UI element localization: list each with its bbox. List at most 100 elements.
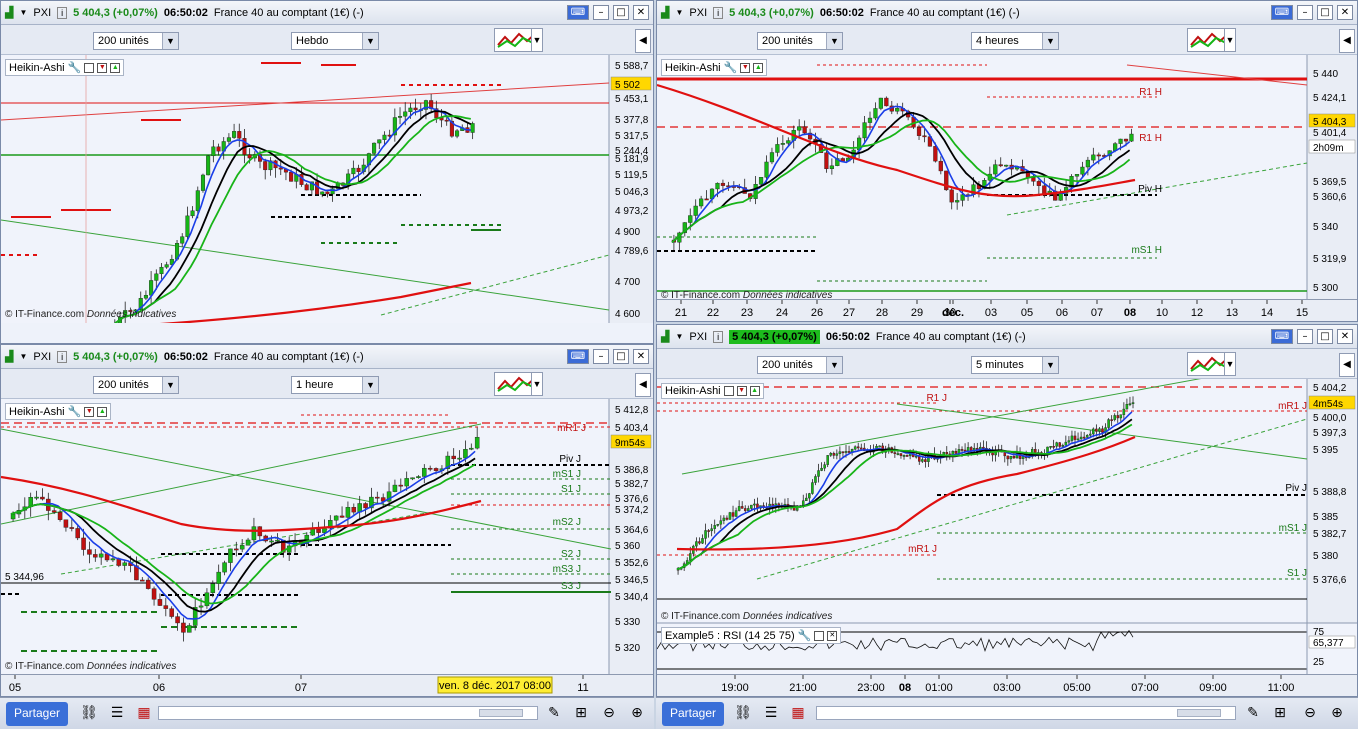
zoom-out-icon[interactable]: ⊖: [1301, 704, 1319, 722]
chart-area[interactable]: 5 412,8 5 403,4 9m54s 5 386,8 5 382,7 5 376,6…: [1, 399, 653, 676]
keyboard-icon[interactable]: ⌨: [1271, 329, 1293, 344]
chevron-down-icon[interactable]: ▼: [19, 8, 27, 17]
units-select[interactable]: 200 unités ▼: [93, 32, 179, 50]
side-panel-toggle[interactable]: ◀: [1339, 29, 1355, 53]
price-label: 5 376,6: [615, 494, 649, 505]
info-icon[interactable]: i: [57, 6, 68, 19]
close-icon[interactable]: ✕: [633, 349, 649, 364]
candle-body: [938, 160, 943, 172]
maximize-icon[interactable]: □: [1317, 329, 1333, 344]
side-panel-toggle[interactable]: ◀: [635, 29, 651, 53]
close-icon[interactable]: ✕: [1337, 329, 1353, 344]
keyboard-icon[interactable]: ⌨: [567, 349, 589, 364]
grid-icon[interactable]: ▦: [135, 704, 153, 722]
move-up-icon[interactable]: ▲: [110, 62, 121, 73]
grid-icon[interactable]: ▦: [789, 704, 807, 722]
info-icon[interactable]: i: [713, 330, 724, 343]
zoom-in-icon[interactable]: ⊕: [1328, 704, 1346, 722]
chart-area[interactable]: 5 404,2 4m54s 5 400,0 5 397,3 5 395 5 388,8 5 …: [657, 379, 1357, 676]
zoom-in-icon[interactable]: ⊕: [628, 704, 646, 722]
zoom-area-icon[interactable]: ⊞: [1271, 704, 1289, 722]
share-button[interactable]: Partager: [6, 702, 69, 726]
scroll-thumb[interactable]: [1177, 709, 1221, 717]
x-tick-label: déc.: [942, 307, 964, 319]
candle-body: [1074, 174, 1080, 177]
units-select[interactable]: 200 unités ▼: [757, 32, 843, 50]
chevron-down-icon[interactable]: ▼: [675, 332, 683, 341]
move-up-icon[interactable]: ▲: [749, 386, 760, 396]
chevron-down-icon[interactable]: ▼: [675, 8, 683, 17]
candle-body: [470, 123, 475, 133]
candle-body: [764, 161, 769, 178]
candle-body: [823, 464, 826, 469]
maximize-icon[interactable]: □: [1317, 5, 1333, 20]
list-icon[interactable]: ☰: [762, 704, 780, 722]
draw-icon[interactable]: ✎: [1244, 704, 1262, 722]
candle-body: [1031, 177, 1036, 182]
candle-body: [1091, 154, 1096, 161]
candle-body: [408, 107, 413, 113]
symbol: PXI: [689, 6, 708, 19]
horizontal-scrollbar[interactable]: [816, 706, 1236, 720]
candle-body: [226, 137, 231, 142]
candle-body: [737, 506, 741, 511]
maximize-icon[interactable]: □: [613, 349, 629, 364]
chevron-down-icon[interactable]: ▼: [531, 28, 543, 52]
units-select[interactable]: 200 unités ▼: [757, 356, 843, 374]
wrench-icon[interactable]: 🔧: [68, 61, 82, 74]
move-up-icon[interactable]: ▲: [97, 406, 108, 417]
close-icon[interactable]: ✕: [633, 5, 649, 20]
info-icon[interactable]: i: [713, 6, 724, 19]
info-icon[interactable]: i: [57, 350, 68, 363]
chevron-down-icon[interactable]: ▼: [19, 352, 27, 361]
price-label: 5 397,3: [1313, 428, 1347, 439]
minimize-icon[interactable]: –: [1297, 329, 1313, 344]
minimize-icon[interactable]: –: [593, 349, 609, 364]
window-icon[interactable]: [723, 386, 734, 396]
minimize-icon[interactable]: –: [593, 5, 609, 20]
share-button[interactable]: Partager: [662, 702, 725, 726]
zoom-area-icon[interactable]: ⊞: [572, 704, 590, 722]
close-icon[interactable]: ✕: [827, 630, 838, 641]
wrench-icon[interactable]: 🔧: [798, 629, 812, 642]
list-icon[interactable]: ☰: [108, 704, 126, 722]
price-label: 5 395: [1313, 445, 1338, 456]
link-icon[interactable]: ⛓: [734, 704, 752, 722]
delete-icon[interactable]: ▼: [740, 62, 751, 73]
delete-icon[interactable]: ▼: [97, 62, 108, 73]
candle-body: [725, 517, 729, 520]
minimize-icon[interactable]: –: [1297, 5, 1313, 20]
period-select[interactable]: 1 heure ▼: [291, 376, 379, 394]
chart-area[interactable]: 5 440 5 424,1 5 404,3 5 401,4 2h09m 5 369,5 5 …: [657, 55, 1357, 301]
candle-body: [775, 144, 780, 153]
wrench-icon[interactable]: 🔧: [68, 405, 82, 418]
delete-icon[interactable]: ▼: [84, 406, 95, 417]
chevron-down-icon[interactable]: ▼: [531, 372, 543, 396]
chevron-down-icon[interactable]: ▼: [1224, 352, 1236, 376]
horizontal-scrollbar[interactable]: [158, 706, 538, 720]
period-select[interactable]: 5 minutes ▼: [971, 356, 1059, 374]
wrench-icon[interactable]: 🔧: [724, 61, 738, 74]
period-select[interactable]: 4 heures ▼: [971, 32, 1059, 50]
keyboard-icon[interactable]: ⌨: [1271, 5, 1293, 20]
maximize-icon[interactable]: □: [613, 5, 629, 20]
period-select[interactable]: Hebdo ▼: [291, 32, 379, 50]
move-up-icon[interactable]: ▲: [753, 62, 764, 73]
delete-icon[interactable]: ▼: [736, 386, 747, 396]
candle-body: [1055, 442, 1058, 447]
scroll-thumb[interactable]: [479, 709, 523, 717]
units-select[interactable]: 200 unités ▼: [93, 376, 179, 394]
zoom-out-icon[interactable]: ⊖: [600, 704, 618, 722]
chevron-down-icon[interactable]: ▼: [1224, 28, 1236, 52]
side-panel-toggle[interactable]: ◀: [1339, 353, 1355, 377]
candle-body: [422, 467, 427, 477]
keyboard-icon[interactable]: ⌨: [567, 5, 589, 20]
x-tick-label: 09:00: [1199, 682, 1227, 694]
side-panel-toggle[interactable]: ◀: [635, 373, 651, 397]
close-icon[interactable]: ✕: [1337, 5, 1353, 20]
chart-area[interactable]: 5 588,7 5 502 5 453,1 5 377,8 5 317,5 5 244,4…: [1, 55, 653, 323]
window-icon[interactable]: [84, 62, 95, 73]
window-icon[interactable]: [814, 630, 825, 641]
draw-icon[interactable]: ✎: [545, 704, 563, 722]
link-icon[interactable]: ⛓: [80, 704, 98, 722]
